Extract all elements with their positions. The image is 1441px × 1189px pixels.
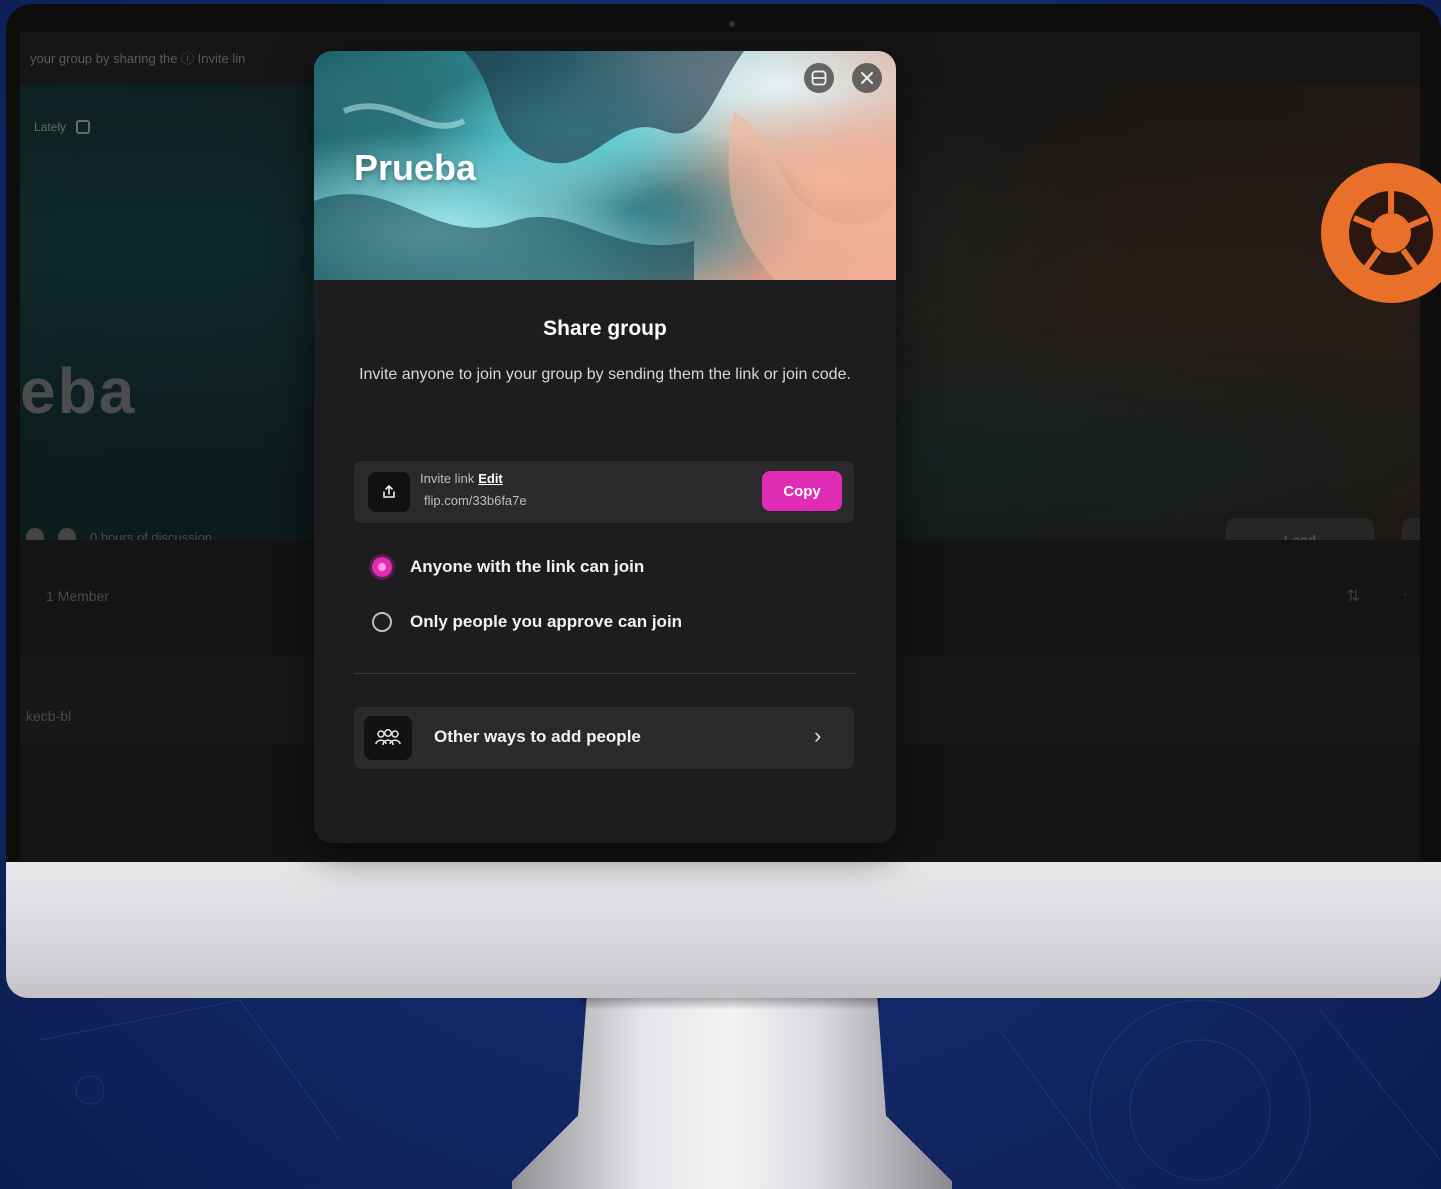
other-ways-icon-box <box>364 716 412 760</box>
chevron-right-icon: › <box>814 723 822 748</box>
monitor-chin <box>6 862 1441 998</box>
stand-shadow <box>580 996 880 1010</box>
option-anyone-can-join[interactable]: Anyone with the link can join <box>372 557 644 577</box>
other-ways-button[interactable]: Other ways to add people › <box>354 707 854 769</box>
share-upload-icon <box>383 485 395 498</box>
invite-label-text: Invite link <box>420 471 475 486</box>
topbar-text: your group by sharing the ⓘ Invite lin <box>30 51 246 66</box>
monitor-stand <box>512 996 952 1189</box>
camera-dot <box>729 21 735 27</box>
close-button[interactable] <box>852 63 882 93</box>
copy-icon <box>76 120 91 134</box>
modal-description: Invite anyone to join your group by send… <box>359 366 851 383</box>
more-icon[interactable]: · <box>1403 586 1408 604</box>
qr-code-button[interactable] <box>804 63 834 93</box>
share-group-modal: Prueba Share group Invite anyone to join… <box>314 51 896 843</box>
invite-url: flip.com/33b6fa7e <box>424 493 527 508</box>
hero-badge-text: Lately <box>34 120 67 134</box>
close-icon <box>861 72 873 84</box>
cover-title: Prueba <box>354 147 477 188</box>
sort-icon[interactable]: ⇅ <box>1347 586 1360 606</box>
group-people-icon <box>375 729 401 746</box>
other-ways-label: Other ways to add people <box>434 727 641 746</box>
radio-unselected[interactable] <box>372 612 392 632</box>
member-name: kecb-bl <box>26 708 72 724</box>
hero-title: eba <box>20 355 137 427</box>
hero-badge: Lately <box>34 120 91 134</box>
radio-selected[interactable] <box>372 557 392 577</box>
qr-code-icon <box>811 70 827 86</box>
invite-link-box: Invite link Edit flip.com/33b6fa7e Copy <box>354 461 854 523</box>
option-label: Anyone with the link can join <box>410 557 645 576</box>
share-upload-button[interactable] <box>368 472 410 512</box>
option-approve-to-join[interactable]: Only people you approve can join <box>372 612 682 632</box>
copy-button[interactable]: Copy <box>762 471 842 511</box>
brand-logo-icon <box>1349 191 1433 275</box>
modal-heading: Share group <box>543 317 667 340</box>
divider <box>354 673 856 674</box>
edit-link[interactable]: Edit <box>478 471 503 486</box>
modal-cover-image: Prueba <box>314 51 896 280</box>
option-label: Only people you approve can join <box>410 612 683 631</box>
invite-link-label: Invite link Edit <box>420 471 503 486</box>
members-count: 1 Member <box>46 588 110 604</box>
